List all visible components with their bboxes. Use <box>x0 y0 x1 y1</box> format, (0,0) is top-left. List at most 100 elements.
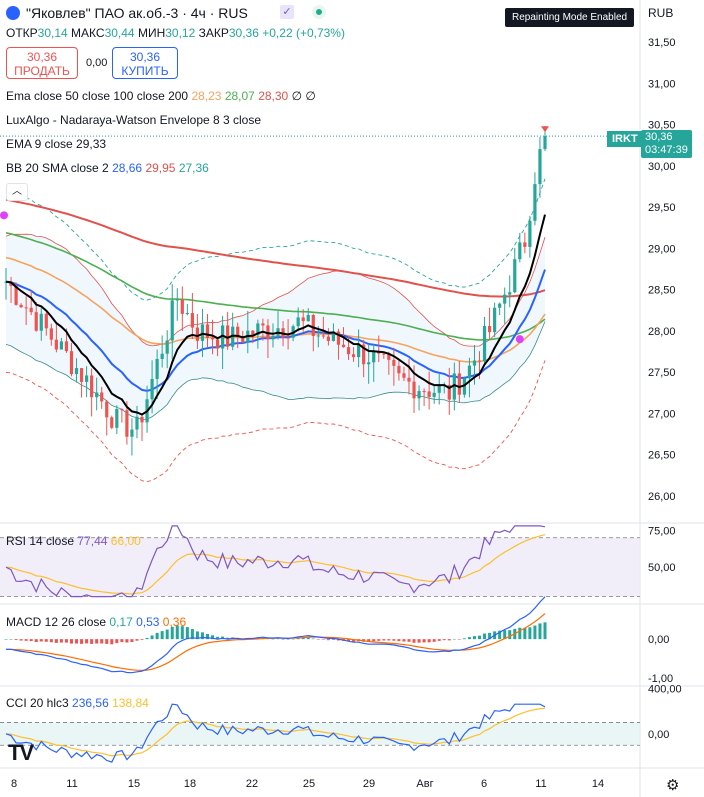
candle-body <box>79 368 84 382</box>
status-dot-icon[interactable] <box>312 5 326 19</box>
symbol-flag-icon <box>6 6 20 20</box>
legend-cci[interactable]: CCI 20 hlc3 236,56 138,84 <box>6 696 149 710</box>
candle-body <box>457 373 461 395</box>
candle-body <box>24 307 28 309</box>
macd-histogram-bar <box>427 639 431 643</box>
rsi-ma-value: 66,00 <box>110 534 141 548</box>
macd-histogram-bar <box>286 639 290 640</box>
macd-histogram-bar <box>392 639 396 641</box>
macd-histogram-bar <box>407 639 411 642</box>
candle-body <box>367 362 371 365</box>
price-axis-label: 31,00 <box>648 78 676 90</box>
macd-histogram-bar <box>54 639 58 643</box>
rsi-value: 77,44 <box>77 534 108 548</box>
buy-button[interactable]: 30,36 КУПИТЬ <box>112 47 178 79</box>
time-axis-label: 22 <box>246 778 258 790</box>
candle-body <box>64 341 69 352</box>
symbol-title[interactable]: "Яковлев" ПАО ак.об.-3 · 4ч · RUS <box>26 5 248 21</box>
bb-label: BB 20 SMA close 2 <box>6 161 109 175</box>
macd-histogram-bar <box>387 639 391 641</box>
time-axis-label: 6 <box>481 778 487 790</box>
tradingview-logo: TV <box>8 740 34 765</box>
candle-body <box>271 335 275 340</box>
collapse-legend-icon[interactable]: ︿ <box>6 183 28 201</box>
candle-body <box>19 304 23 308</box>
macd-histogram-bar <box>24 639 28 641</box>
macd-histogram-bar <box>452 638 456 640</box>
candle-body <box>210 337 215 340</box>
macd-histogram-bar <box>372 639 376 642</box>
macd-histogram-bar <box>150 635 154 640</box>
macd-histogram-bar <box>155 632 159 640</box>
candle-body <box>155 358 159 379</box>
cci-label: CCI 20 hlc3 <box>6 696 69 710</box>
legend-ema9[interactable]: EMA 9 close 29,33 <box>6 137 106 151</box>
candle-body <box>215 339 220 349</box>
time-axis-label: 25 <box>303 778 315 790</box>
macd-histogram-bar <box>85 639 89 644</box>
candle-body <box>392 359 396 366</box>
currency-select[interactable]: RUB <box>648 6 673 20</box>
candle-body <box>175 299 179 301</box>
macd-histogram-bar <box>80 639 84 644</box>
macd-histogram-bar <box>508 630 512 640</box>
macd-histogram-bar <box>437 639 441 641</box>
candle-body <box>195 327 200 341</box>
macd-histogram-bar <box>382 639 386 641</box>
candle-body <box>321 335 325 337</box>
cci-band <box>0 722 640 746</box>
bb-upper-value: 29,95 <box>145 161 176 175</box>
legend-macd[interactable]: MACD 12 26 close 0,17 0,53 0,36 <box>6 615 186 629</box>
macd-histogram-bar <box>120 639 124 643</box>
candle-body <box>513 259 517 293</box>
macd-histogram-bar <box>130 639 134 643</box>
candle-body <box>286 337 290 339</box>
candle-body <box>508 292 512 295</box>
price-axis-label: 27,00 <box>648 408 676 420</box>
candle-body <box>180 299 184 314</box>
ema-multi-extra: ∅ ∅ <box>291 89 316 103</box>
legend-ema-multi[interactable]: Ema close 50 close 100 close 200 28,23 2… <box>6 89 316 103</box>
repaint-badge: Repainting Mode Enabled <box>505 8 635 27</box>
candle-body <box>432 392 436 397</box>
macd-histogram-bar <box>533 625 537 640</box>
time-axis-label: 18 <box>184 778 196 790</box>
macd-histogram-bar <box>518 627 522 640</box>
bookmark-icon[interactable]: ✓ <box>280 5 294 19</box>
macd-label: MACD 12 26 close <box>6 615 107 629</box>
macd-histogram-bar <box>538 623 542 640</box>
candle-body <box>482 326 487 362</box>
macd-histogram-bar <box>160 631 164 640</box>
settings-gear-icon[interactable]: ⚙ <box>666 776 679 794</box>
macd-histogram-bar <box>543 622 547 640</box>
bb-lower-value: 27,36 <box>178 161 209 175</box>
candle-body <box>29 307 33 313</box>
candle-body <box>407 377 411 382</box>
sell-label: ПРОДАТЬ <box>14 64 70 78</box>
price-axis-label: 29,50 <box>648 202 676 214</box>
sell-button[interactable]: 30,36 ПРОДАТЬ <box>6 47 78 79</box>
ema9-label: EMA 9 close <box>6 137 73 151</box>
legend-luxalgo[interactable]: LuxAlgo - Nadaraya-Watson Envelope 8 3 c… <box>6 113 261 127</box>
macd-histogram-bar <box>467 637 471 640</box>
macd-histogram-bar <box>69 639 73 644</box>
macd-histogram-bar <box>39 639 43 642</box>
legend-bb[interactable]: BB 20 SMA close 2 28,66 29,95 27,36 <box>6 161 209 175</box>
candle-body <box>412 381 416 399</box>
macd-histogram-bar <box>417 639 421 643</box>
ohlc-row: ОТКР30,14 МАКС30,44 МИН30,12 ЗАКР30,36 +… <box>6 26 345 40</box>
ohlc-change: +0,22 (+0,73%) <box>262 26 345 40</box>
macd-histogram-bar <box>331 639 335 640</box>
macd-histogram-bar <box>432 639 436 642</box>
macd-histogram-bar <box>321 639 325 640</box>
macd-histogram-bar <box>19 639 23 641</box>
macd-histogram-bar <box>29 639 33 642</box>
macd-histogram-bar <box>110 639 114 645</box>
ema200-value: 28,30 <box>258 89 289 103</box>
cci-axis-label: 0,00 <box>648 729 669 741</box>
candle-body <box>467 365 472 379</box>
macd-histogram-bar <box>105 639 109 644</box>
candle-body <box>170 300 174 341</box>
macd-histogram-bar <box>59 639 63 643</box>
legend-rsi[interactable]: RSI 14 close 77,44 66,00 <box>6 534 141 548</box>
